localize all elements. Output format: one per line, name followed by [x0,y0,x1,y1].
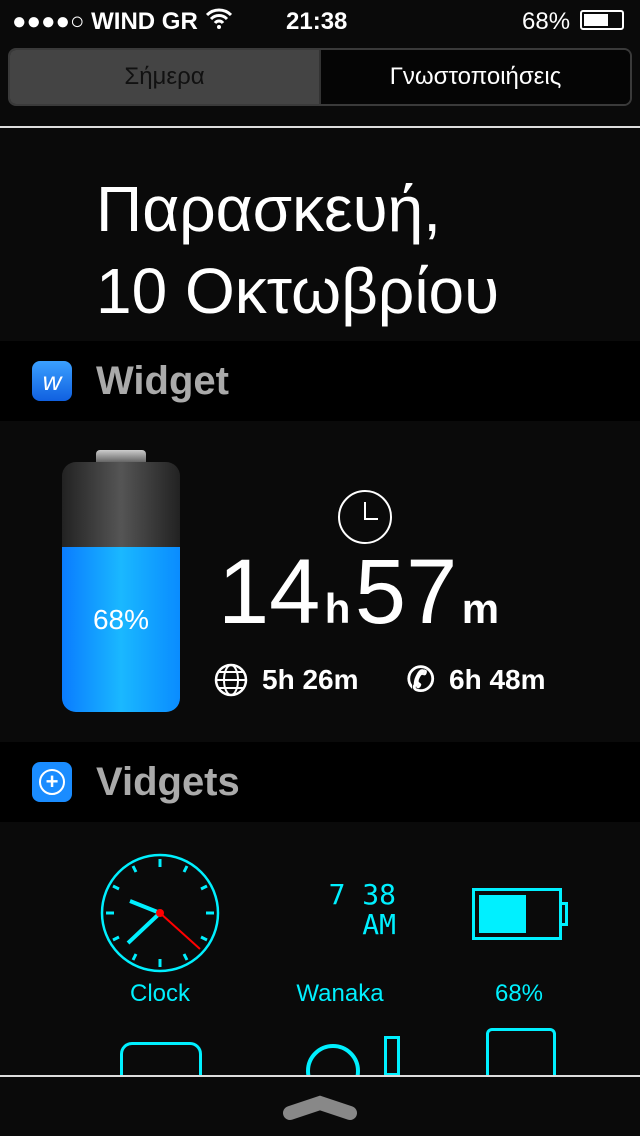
minutes-unit: m [461,585,500,632]
status-bar: ●●●●○ WIND GR 21:38 68% [0,0,640,40]
tab-today[interactable]: Σήμερα [10,50,321,104]
wifi-icon [205,6,233,37]
clock-time: 21:38 [286,8,348,35]
widget-title: Widget [96,358,229,403]
digital-time: 7 38 [328,878,396,911]
phone-icon: ✆ [406,661,436,699]
talk-time: 6h 48m [449,664,546,695]
vidget-label-battery: 68% [494,980,544,1007]
meter-icon [384,1036,400,1076]
widget-header[interactable]: w Widget [0,341,640,421]
battery-graphic: 68% [62,450,180,712]
internet-time: 5h 26m [262,664,359,695]
usage-times: 5h 26m ✆ 6h 48m [214,660,546,700]
vidgets-header[interactable]: + Vidgets [0,742,640,822]
vidgets-title: Vidgets [96,759,240,804]
date-heading: Παρασκευή, 10 Οκτωβρίου [96,168,499,332]
battery-icon [580,10,624,30]
globe-icon [214,663,248,697]
battery-level-label: 68% [92,604,150,635]
plus-icon: + [32,762,72,802]
battery-percent: 68% [522,8,571,35]
weekday: Παρασκευή, [96,173,442,245]
divider [0,126,640,128]
tab-notifications[interactable]: Γνωστοποιήσεις [321,50,630,104]
minutes: 57 [354,541,458,643]
carrier: ●●●●○ WIND GR [12,8,198,35]
clock-icon [338,490,392,544]
bottom-bar [0,1075,640,1136]
chevron-up-icon[interactable] [282,1091,358,1121]
widget-app-icon: w [32,361,72,401]
vidget-label-clock: Clock [129,980,190,1007]
date: 10 Οκτωβρίου [96,255,500,327]
segmented-control: Σήμερα Γνωστοποιήσεις [8,48,632,106]
hours-unit: h [324,585,351,632]
digital-clock-icon[interactable]: 7 38 AM [300,880,396,940]
vidget-label-wanaka: Wanaka [296,980,384,1007]
battery-vidget-icon[interactable] [472,888,562,940]
digital-ampm: AM [362,908,396,941]
remaining-time: 14 h 57 m [218,540,499,645]
hours: 14 [218,541,321,643]
analog-clock-icon[interactable] [100,853,220,978]
